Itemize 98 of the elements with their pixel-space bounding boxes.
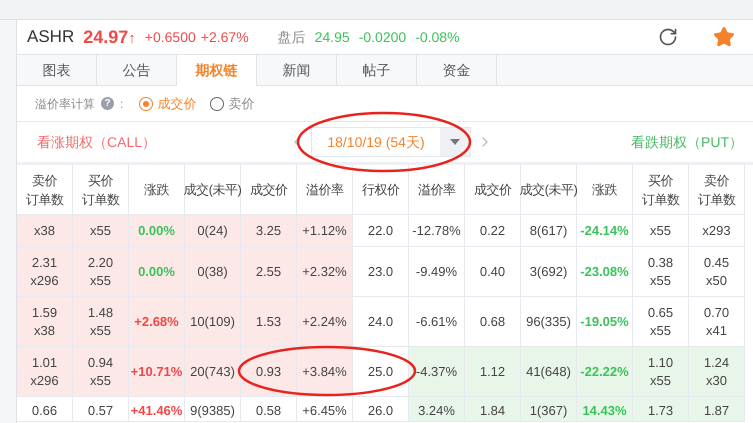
premium-rate: +6.45% — [297, 397, 353, 422]
premium-calc-label: 溢价率计算 — [35, 96, 95, 112]
radio-option[interactable]: 卖价 — [210, 94, 254, 114]
ask-price: 1.01 — [32, 354, 58, 372]
volume: 0(24) — [185, 215, 241, 247]
last-price: 0.22 — [465, 215, 521, 247]
strike-price: 22.0 — [353, 215, 409, 247]
premium-rate: -6.61% — [409, 297, 465, 347]
order-count: x30 — [706, 372, 727, 390]
after-hours-change: -0.0200 — [358, 28, 406, 46]
strike-price: 24.0 — [353, 297, 409, 347]
volume: 20(743) — [185, 347, 241, 397]
ask-price: 0.66 — [17, 397, 73, 422]
order-count: x55 — [90, 272, 111, 290]
volume: 0(38) — [185, 247, 241, 297]
ask-price: 1.24 — [704, 354, 730, 372]
last-price: 1.53 — [241, 297, 297, 347]
order-count: x55 — [650, 222, 671, 240]
tab[interactable]: 新闻 — [257, 55, 337, 85]
bid-price: 0.65 — [648, 304, 674, 322]
tab[interactable]: 资金 — [417, 55, 497, 85]
order-count: x55 — [650, 272, 671, 290]
order-count: x41 — [706, 322, 727, 340]
volume: 96(335) — [521, 297, 577, 347]
order-count: x55 — [90, 322, 111, 340]
premium-rate: +3.84% — [297, 347, 353, 397]
premium-rate: -12.78% — [409, 215, 465, 247]
tab[interactable]: 图表 — [17, 55, 97, 85]
bid-price: 1.73 — [633, 397, 689, 422]
premium-rate: -4.37% — [409, 347, 465, 397]
volume: 8(617) — [521, 215, 577, 247]
ticker-symbol: ASHR — [27, 26, 74, 48]
refresh-icon[interactable] — [658, 27, 678, 47]
strike-price: 26.0 — [353, 397, 409, 422]
change-percent: +2.68% — [129, 297, 185, 347]
ask-price: 0.45 — [704, 254, 730, 272]
call-options-title: 看涨期权（CALL） — [37, 132, 158, 152]
last-price: 2.55 — [241, 247, 297, 297]
ask-price: 1.87 — [689, 397, 745, 422]
change-percent: 0.00% — [129, 215, 185, 247]
volume: 9(9385) — [185, 397, 241, 422]
volume: 10(109) — [185, 297, 241, 347]
last-price: 1.12 — [465, 347, 521, 397]
last-price: 0.58 — [241, 397, 297, 422]
volume: 41(648) — [521, 347, 577, 397]
last-price: 24.97↑ — [83, 26, 136, 48]
change-percent: -22.22% — [577, 347, 633, 397]
order-count: x55 — [650, 322, 671, 340]
price-change: +0.6500 — [144, 28, 196, 46]
change-percent: +41.46% — [129, 397, 185, 422]
radio-button[interactable] — [210, 96, 224, 110]
premium-rate: -9.49% — [409, 247, 465, 297]
change-percent: +10.71% — [129, 347, 185, 397]
bid-price: 0.57 — [73, 397, 129, 422]
order-count: x296 — [30, 372, 59, 390]
last-price: 0.40 — [465, 247, 521, 297]
premium-rate: +1.12% — [297, 215, 353, 247]
change-percent: 0.00% — [129, 247, 185, 297]
change-percent: -19.05% — [577, 297, 633, 347]
last-price: 1.84 — [465, 397, 521, 422]
tab[interactable]: 帖子 — [337, 55, 417, 85]
colon: : — [120, 96, 124, 112]
order-count: x55 — [90, 372, 111, 390]
bid-price: 1.10 — [648, 354, 674, 372]
star-icon[interactable] — [713, 26, 735, 48]
price-change-percent: +2.67% — [200, 28, 249, 46]
bid-price: 0.38 — [648, 254, 674, 272]
order-count: x38 — [34, 322, 55, 340]
strike-price: 25.0 — [353, 347, 409, 397]
after-hours-change-percent: -0.08% — [415, 28, 460, 46]
order-count: x293 — [702, 222, 731, 240]
last-price: 0.68 — [465, 297, 521, 347]
volume: 3(692) — [521, 247, 577, 297]
ask-price: 2.31 — [32, 254, 58, 272]
bid-price: 0.94 — [88, 354, 114, 372]
after-hours-label: 盘后 — [278, 28, 306, 46]
radio-button[interactable] — [139, 96, 154, 110]
after-hours-price: 24.95 — [314, 28, 350, 46]
premium-rate: 3.24% — [409, 397, 465, 422]
change-percent: -24.14% — [577, 215, 633, 247]
ask-price: 0.70 — [704, 304, 730, 322]
volume: 1(367) — [521, 397, 577, 422]
order-count: x296 — [30, 272, 59, 290]
change-percent: -23.08% — [577, 247, 633, 297]
put-options-title: 看跌期权（PUT） — [631, 132, 743, 152]
premium-rate: +2.24% — [297, 297, 353, 347]
caret-icon — [450, 139, 460, 145]
order-count: x55 — [650, 372, 671, 390]
bid-price: 1.48 — [88, 304, 114, 322]
bid-price: 2.20 — [88, 254, 114, 272]
premium-rate: +2.32% — [297, 247, 353, 297]
order-count: x38 — [34, 222, 55, 240]
ask-price: 1.59 — [32, 304, 58, 322]
change-percent: 14.43% — [577, 397, 633, 422]
strike-price: 23.0 — [353, 247, 409, 297]
order-count: x55 — [90, 222, 111, 240]
last-price: 3.25 — [241, 215, 297, 247]
order-count: x50 — [706, 272, 727, 290]
